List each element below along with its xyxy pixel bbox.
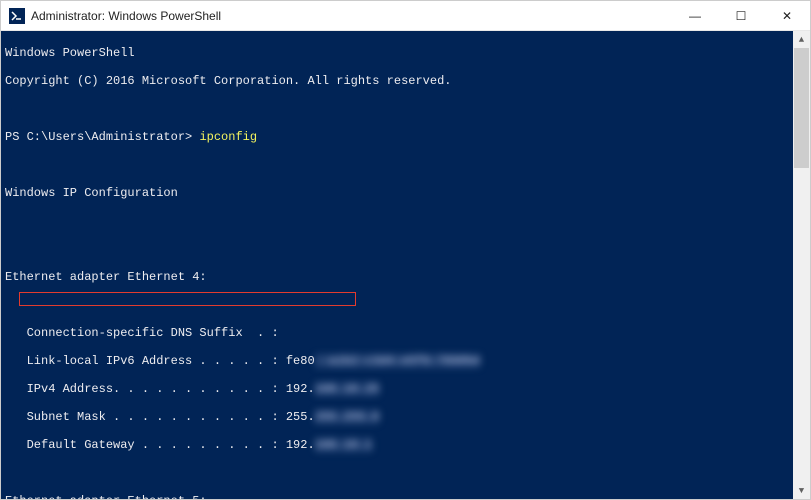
eth4-mask-hidden: 255.255.0	[315, 410, 380, 424]
eth4-ipv4-hidden: 168.10.25	[315, 382, 380, 396]
eth4-gw-hidden: 168.10.1	[315, 438, 373, 452]
scrollbar-thumb[interactable]	[794, 48, 809, 168]
titlebar[interactable]: Administrator: Windows PowerShell — ☐ ✕	[1, 1, 810, 31]
eth4-ipv6-hidden: ::a1b2:c3d4:e5f6:7890%4	[315, 354, 481, 368]
window-title: Administrator: Windows PowerShell	[31, 9, 221, 23]
eth4-mask-label: Subnet Mask . . . . . . . . . . . : 255.	[5, 410, 315, 424]
powershell-window: Administrator: Windows PowerShell — ☐ ✕ …	[0, 0, 811, 500]
maximize-button[interactable]: ☐	[718, 1, 764, 31]
eth4-heading: Ethernet adapter Ethernet 4:	[5, 270, 207, 284]
ipconfig-title: Windows IP Configuration	[5, 186, 178, 200]
scroll-down-icon[interactable]: ▼	[793, 482, 810, 499]
eth4-dns: Connection-specific DNS Suffix . :	[5, 326, 279, 340]
ps-header-2: Copyright (C) 2016 Microsoft Corporation…	[5, 74, 451, 88]
vertical-scrollbar[interactable]: ▲ ▼	[793, 31, 810, 499]
close-button[interactable]: ✕	[764, 1, 810, 31]
command-ipconfig: ipconfig	[199, 130, 257, 144]
scroll-up-icon[interactable]: ▲	[793, 31, 810, 48]
eth4-ipv4-label: IPv4 Address. . . . . . . . . . . : 192.	[5, 382, 315, 396]
eth5-heading: Ethernet adapter Ethernet 5:	[5, 494, 207, 499]
scrollbar-track[interactable]	[793, 48, 810, 482]
terminal-content: Windows PowerShell Copyright (C) 2016 Mi…	[1, 31, 810, 499]
ps-header-1: Windows PowerShell	[5, 46, 135, 60]
terminal[interactable]: Windows PowerShell Copyright (C) 2016 Mi…	[1, 31, 810, 499]
powershell-icon	[9, 8, 25, 24]
eth4-ipv6-label: Link-local IPv6 Address . . . . . : fe80	[5, 354, 315, 368]
prompt-1: PS C:\Users\Administrator>	[5, 130, 199, 144]
minimize-button[interactable]: —	[672, 1, 718, 31]
eth4-gw-label: Default Gateway . . . . . . . . . : 192.	[5, 438, 315, 452]
